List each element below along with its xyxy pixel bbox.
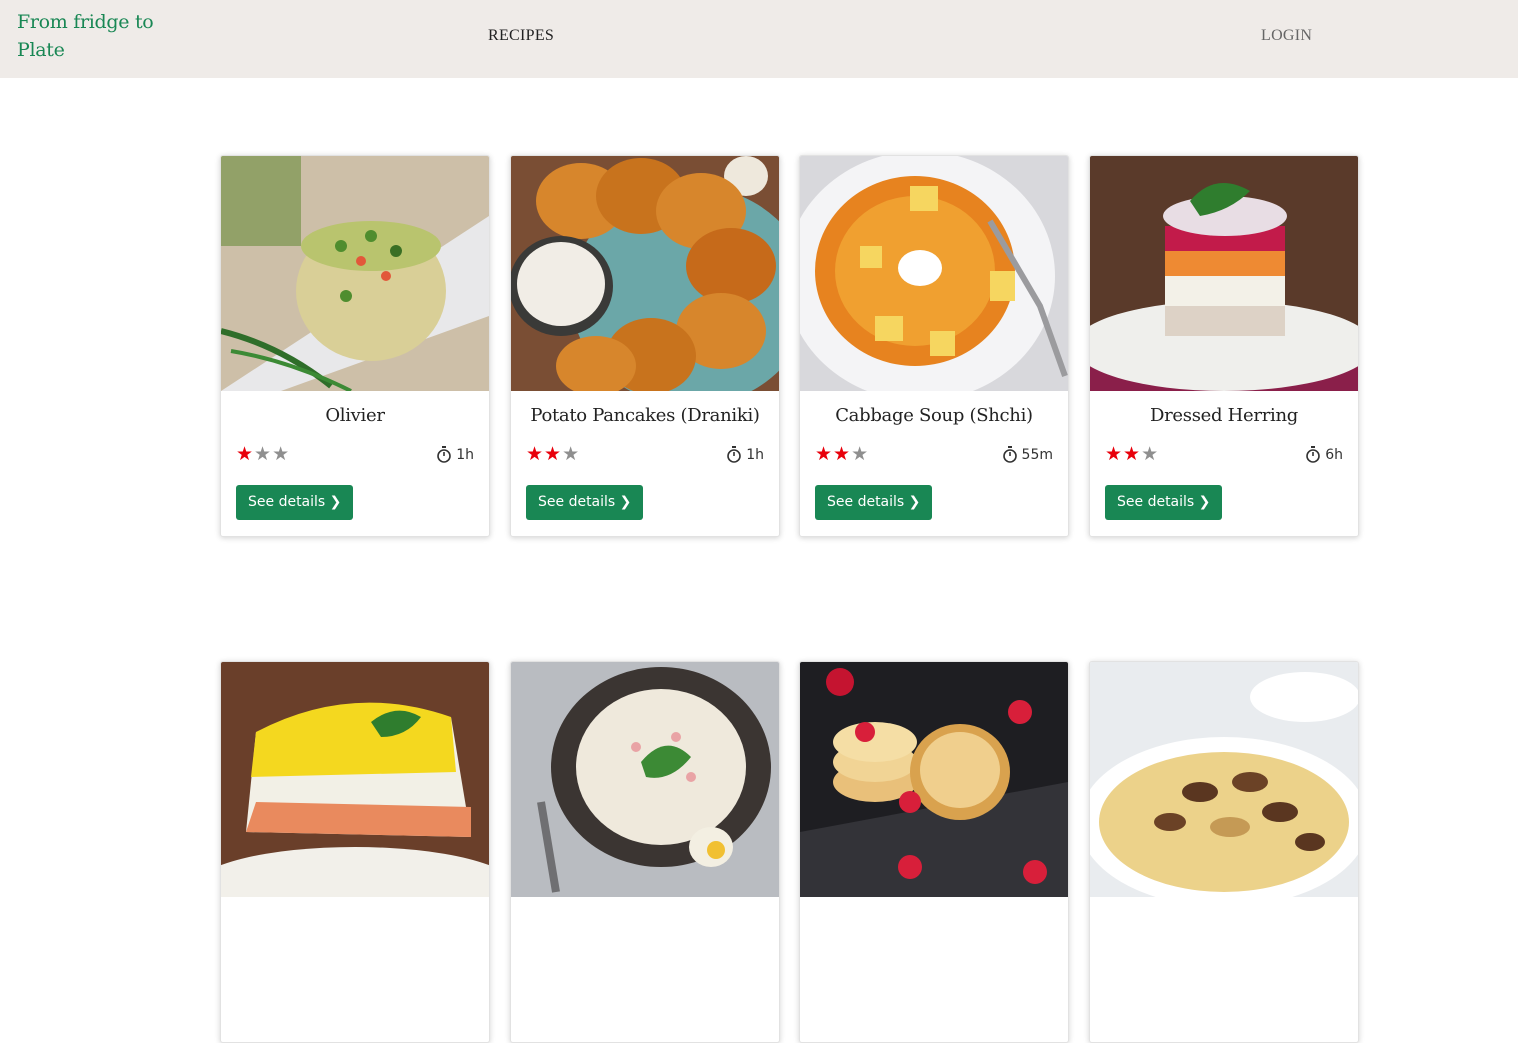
recipe-card: Potato Pancakes (Draniki) ★★★ 1h See det… [510,155,780,537]
recipe-card [510,661,780,1043]
stopwatch-icon [727,446,742,463]
cook-time-value: 1h [746,446,764,463]
brand-logo[interactable]: From fridge to Plate [17,8,157,64]
see-details-button[interactable]: See details ❯ [815,485,933,520]
cook-time: 6h [1305,446,1343,463]
stopwatch-icon [1306,446,1321,463]
nav-login-link[interactable]: LOGIN [1261,27,1312,45]
see-details-button[interactable]: See details ❯ [1105,485,1223,520]
star-empty-icon: ★ [851,443,870,465]
rating-stars: ★★★ [236,443,290,465]
recipe-image-syrniki[interactable] [800,662,1068,897]
cook-time-value: 6h [1325,446,1343,463]
recipe-image-stroganoff[interactable] [1090,662,1358,897]
rating-stars: ★★★ [526,443,580,465]
recipe-card [799,661,1069,1043]
cook-time: 1h [726,446,764,463]
star-filled-icon: ★ [1105,443,1124,465]
stopwatch-icon [437,446,452,463]
rating-stars: ★★★ [815,443,869,465]
navbar: From fridge to Plate RECIPES LOGIN [0,0,1518,78]
recipe-image-herring[interactable] [1090,156,1358,391]
star-empty-icon: ★ [254,443,273,465]
recipe-card: Cabbage Soup (Shchi) ★★★ 55m See details… [799,155,1069,537]
cook-time-value: 1h [456,446,474,463]
see-details-button[interactable]: See details ❯ [526,485,644,520]
recipe-image-okroshka[interactable] [511,662,779,897]
star-empty-icon: ★ [1141,443,1160,465]
star-filled-icon: ★ [815,443,834,465]
star-filled-icon: ★ [526,443,545,465]
recipe-title: Dressed Herring [1150,405,1298,426]
star-filled-icon: ★ [833,443,852,465]
recipe-image-draniki[interactable] [511,156,779,391]
recipe-title: Olivier [325,405,385,426]
cook-time-value: 55m [1021,446,1053,463]
recipe-image-mimosa[interactable] [221,662,489,897]
cook-time: 55m [1002,446,1053,463]
star-empty-icon: ★ [272,443,291,465]
recipe-image-olivier[interactable] [221,156,489,391]
recipe-title: Potato Pancakes (Draniki) [530,405,760,426]
star-empty-icon: ★ [562,443,581,465]
recipe-image-shchi[interactable] [800,156,1068,391]
star-filled-icon: ★ [236,443,255,465]
recipe-title: Cabbage Soup (Shchi) [835,405,1033,426]
rating-stars: ★★★ [1105,443,1159,465]
stopwatch-icon [1002,446,1017,463]
recipe-card [1089,661,1359,1043]
nav-recipes-link[interactable]: RECIPES [488,27,554,45]
see-details-button[interactable]: See details ❯ [236,485,354,520]
star-filled-icon: ★ [1123,443,1142,465]
star-filled-icon: ★ [544,443,563,465]
recipe-card [220,661,490,1043]
recipe-card: Olivier ★★★ 1h See details ❯ [220,155,490,537]
cook-time: 1h [436,446,474,463]
recipe-card: Dressed Herring ★★★ 6h See details ❯ [1089,155,1359,537]
